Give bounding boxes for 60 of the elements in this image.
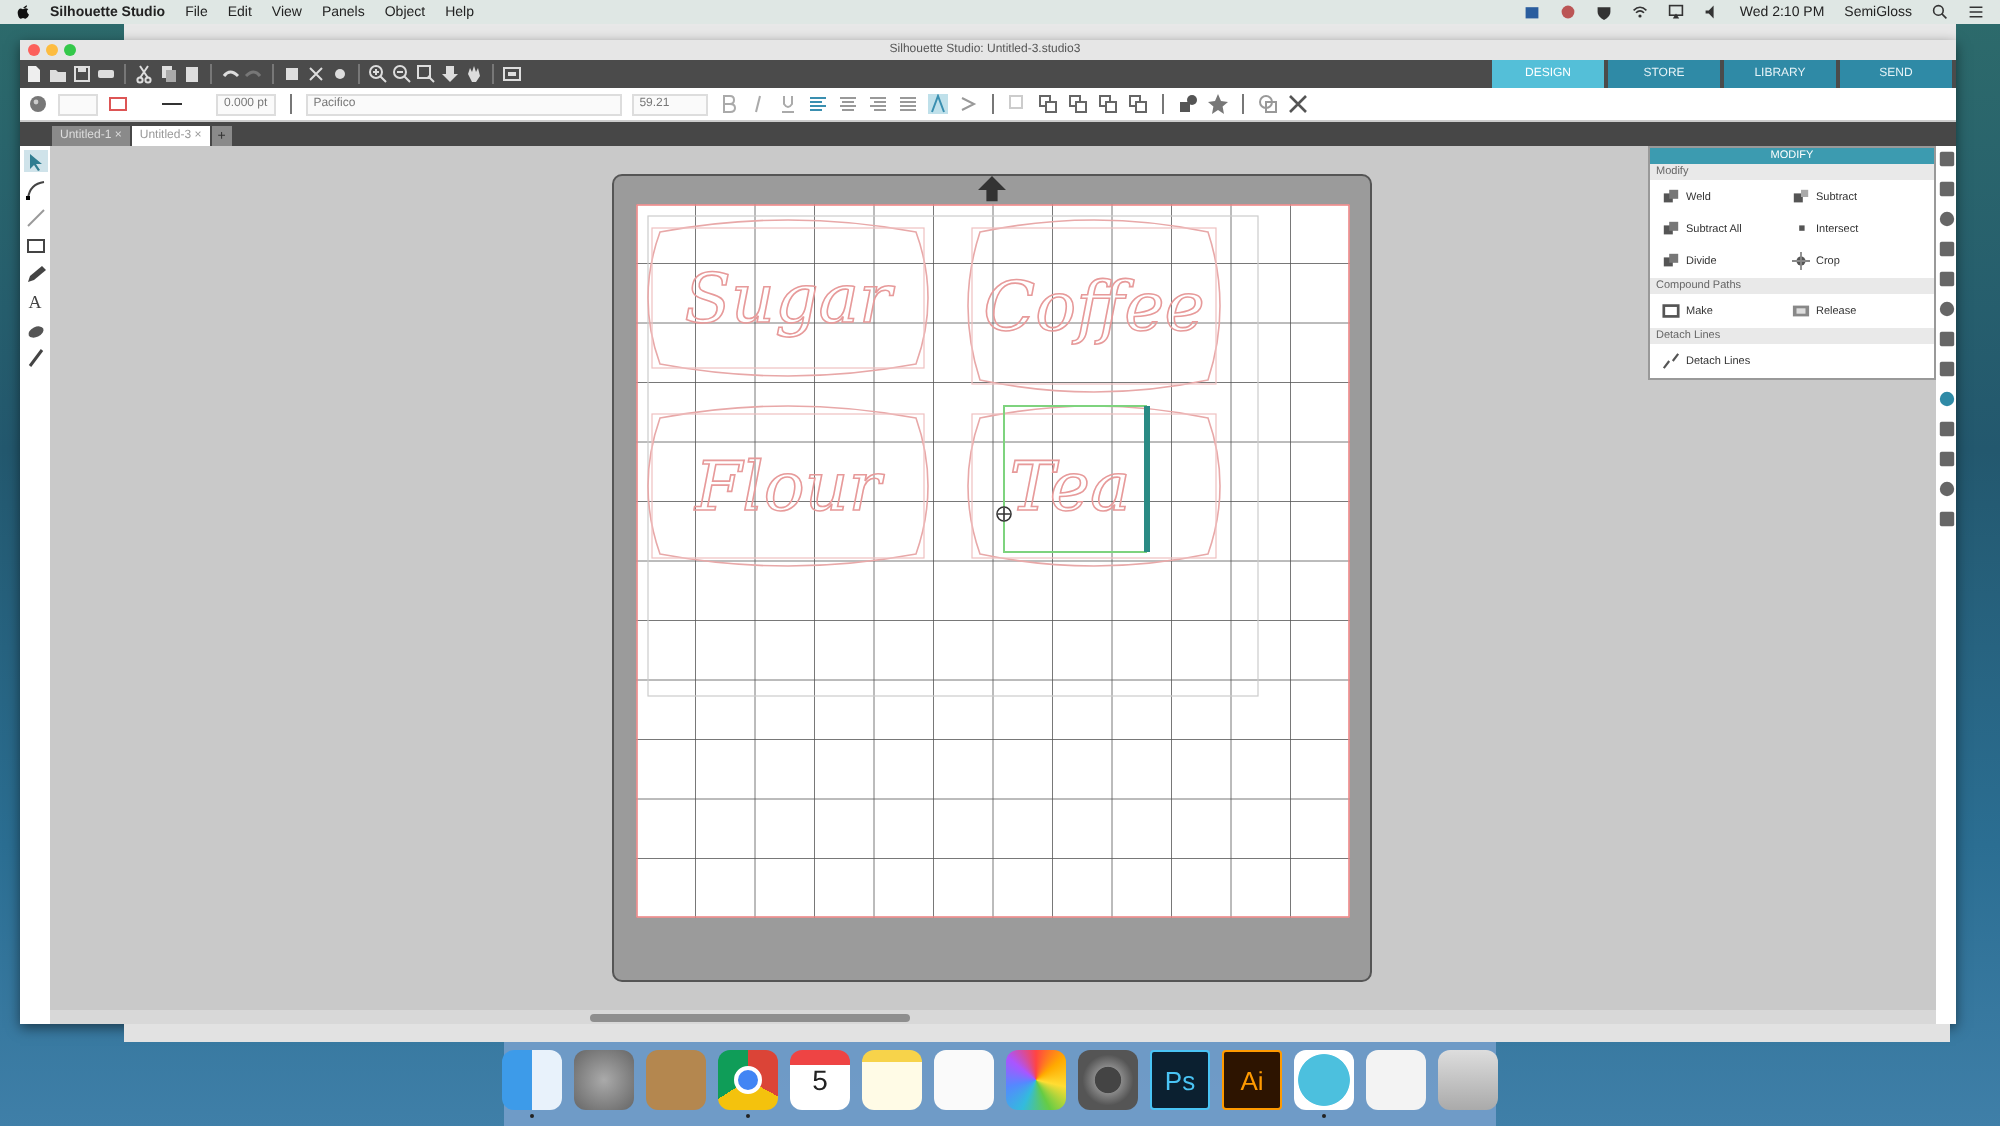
line-color-icon[interactable] <box>108 94 128 114</box>
search-icon[interactable] <box>1932 4 1948 20</box>
notes-icon[interactable] <box>862 1050 922 1110</box>
group-shapes-icon[interactable] <box>1177 94 1198 114</box>
text-direction-icon[interactable] <box>957 94 978 114</box>
new-file-icon[interactable] <box>24 64 44 84</box>
scrollbar-thumb[interactable] <box>590 1013 910 1021</box>
finder-icon[interactable] <box>502 1050 562 1110</box>
calendar-date: 5 <box>812 1064 828 1096</box>
rectangle-tool-icon[interactable] <box>23 234 47 256</box>
group-icon[interactable] <box>282 64 302 84</box>
folder-icon[interactable] <box>48 64 68 84</box>
menu-icon[interactable] <box>1968 4 1984 20</box>
ungroup-icon[interactable] <box>306 64 326 84</box>
zoom-out-icon[interactable] <box>392 64 412 84</box>
upload-icon[interactable] <box>1559 4 1576 20</box>
text-tool[interactable]: A <box>23 290 47 312</box>
align-left-icon[interactable] <box>807 94 828 114</box>
close-icon[interactable] <box>1287 94 1308 114</box>
fill-color-icon[interactable] <box>28 94 48 114</box>
apple-logo-icon[interactable] <box>16 4 30 20</box>
cut-icon[interactable] <box>134 64 154 84</box>
zoom-select-icon[interactable] <box>416 64 436 84</box>
knife-tool-icon[interactable] <box>23 346 47 368</box>
volume-icon[interactable] <box>1703 4 1720 20</box>
down-arrow-icon[interactable] <box>440 64 460 84</box>
align-right-icon[interactable] <box>867 94 888 114</box>
subtract-icon <box>1792 188 1810 206</box>
compound-make-icon <box>1662 302 1680 320</box>
bring-front-icon[interactable] <box>1037 94 1058 114</box>
select-tool-icon[interactable] <box>23 150 47 172</box>
fill-swatch[interactable] <box>58 93 98 115</box>
feed-arrow-icon <box>974 176 1010 204</box>
photos-icon[interactable] <box>1006 1050 1066 1110</box>
cloud-icon[interactable] <box>1523 4 1540 20</box>
compound-release-icon <box>1792 302 1810 320</box>
save-icon[interactable] <box>72 64 92 84</box>
copy-icon[interactable] <box>158 64 178 84</box>
photoshop-app-icon[interactable]: Ps <box>1150 1050 1210 1110</box>
shield-icon[interactable] <box>1595 4 1612 20</box>
airplay-icon[interactable] <box>1667 4 1684 20</box>
move-handle-icon[interactable] <box>995 506 1011 522</box>
crop-icon <box>1792 252 1810 270</box>
calendar-icon[interactable]: 5 <box>790 1050 850 1110</box>
wifi-icon[interactable] <box>1631 4 1648 20</box>
pencil-tool-icon[interactable] <box>23 262 47 284</box>
text-path-icon[interactable] <box>927 94 948 114</box>
paste-icon[interactable] <box>182 64 202 84</box>
send-back-icon[interactable] <box>1127 94 1148 114</box>
send-backward-icon[interactable] <box>1097 94 1118 114</box>
fit-page-icon[interactable] <box>502 64 522 84</box>
hand-icon[interactable] <box>464 64 484 84</box>
justify-icon[interactable] <box>897 94 918 114</box>
zoom-in-icon[interactable] <box>368 64 388 84</box>
detach-lines-icon <box>1662 352 1680 370</box>
node-tool-icon[interactable] <box>23 178 47 200</box>
browser-icon[interactable] <box>718 1050 778 1110</box>
illustrator-app-icon[interactable]: Ai <box>1222 1050 1282 1110</box>
align-center-icon[interactable] <box>837 94 858 114</box>
bring-forward-icon[interactable] <box>1067 94 1088 114</box>
